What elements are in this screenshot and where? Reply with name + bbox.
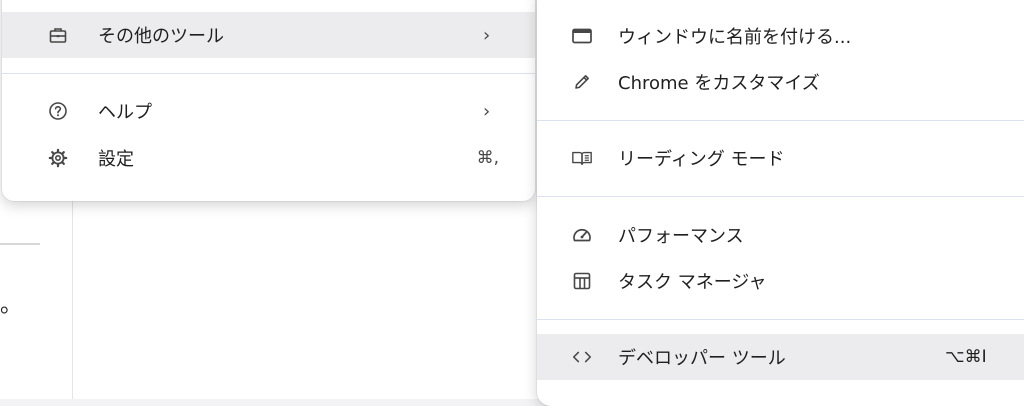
background-divider bbox=[72, 200, 73, 399]
submenu-item-performance[interactable]: パフォーマンス bbox=[537, 212, 1024, 258]
chevron-right-icon: › bbox=[483, 100, 491, 122]
submenu-item-label: デベロッパー ツール bbox=[618, 348, 786, 369]
menu-item-settings-label: 設定 bbox=[98, 149, 134, 170]
background-rule bbox=[0, 243, 40, 245]
menu-item-more-tools-label: その他のツール bbox=[98, 26, 224, 47]
speedometer-icon bbox=[571, 224, 593, 246]
submenu-item-reading-mode[interactable]: リーディング モード bbox=[537, 135, 1024, 181]
submenu-item-task-manager[interactable]: タスク マネージャ bbox=[537, 258, 1024, 304]
developer-tools-shortcut: ⌥⌘I bbox=[945, 347, 987, 367]
submenu-item-label: Chrome をカスタマイズ bbox=[618, 73, 820, 94]
submenu-separator bbox=[537, 120, 1024, 121]
menu-item-more-tools[interactable]: その他のツール › bbox=[2, 12, 535, 58]
more-tools-submenu: ウィンドウに名前を付ける... Chrome をカスタマイズ リーディング モー… bbox=[537, 0, 1024, 406]
gear-icon bbox=[47, 147, 69, 169]
settings-shortcut: ⌘, bbox=[476, 148, 499, 168]
menu-item-help[interactable]: ヘルプ › bbox=[2, 88, 535, 134]
submenu-separator bbox=[537, 196, 1024, 197]
chevron-right-icon: › bbox=[483, 24, 491, 46]
menu-item-help-label: ヘルプ bbox=[98, 102, 152, 123]
pencil-icon bbox=[571, 71, 593, 93]
submenu-item-label: リーディング モード bbox=[618, 149, 785, 170]
background-text-fragment: 。 bbox=[0, 293, 23, 318]
menu-separator bbox=[2, 73, 535, 74]
submenu-item-developer-tools[interactable]: デベロッパー ツール ⌥⌘I bbox=[537, 334, 1024, 380]
reading-mode-icon bbox=[571, 147, 593, 169]
help-circle-icon bbox=[47, 100, 69, 122]
submenu-item-name-window[interactable]: ウィンドウに名前を付ける... bbox=[537, 13, 1024, 59]
submenu-item-customize-chrome[interactable]: Chrome をカスタマイズ bbox=[537, 59, 1024, 105]
chrome-main-menu: その他のツール › ヘルプ › 設定 ⌘, bbox=[2, 0, 535, 201]
submenu-item-label: タスク マネージャ bbox=[618, 272, 767, 293]
submenu-item-label: ウィンドウに名前を付ける... bbox=[618, 27, 852, 48]
code-brackets-icon bbox=[571, 346, 593, 368]
task-manager-icon bbox=[571, 270, 593, 292]
window-icon bbox=[571, 25, 593, 47]
menu-item-settings[interactable]: 設定 ⌘, bbox=[2, 135, 535, 181]
submenu-item-label: パフォーマンス bbox=[618, 226, 744, 247]
briefcase-icon bbox=[47, 24, 69, 46]
submenu-separator bbox=[537, 319, 1024, 320]
